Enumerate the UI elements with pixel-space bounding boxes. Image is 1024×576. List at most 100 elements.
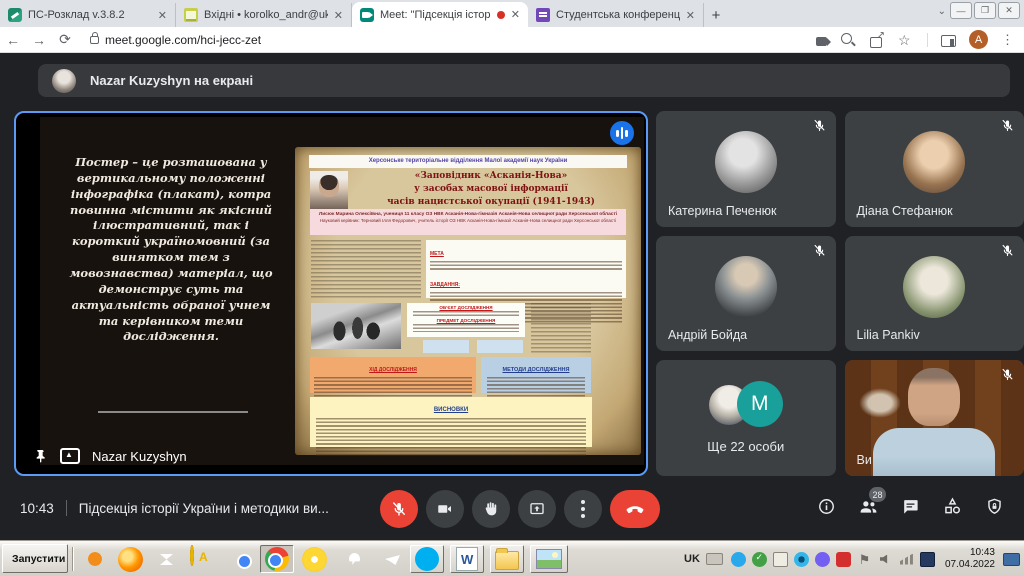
mic-toggle-button[interactable] xyxy=(380,490,418,528)
poster-conclusions-heading: ВИСНОВКИ xyxy=(434,407,468,413)
camera-toggle-button[interactable] xyxy=(426,490,464,528)
tray-viber-icon[interactable] xyxy=(815,552,830,567)
chrome-canary-icon[interactable] xyxy=(302,547,327,572)
meet-icon xyxy=(360,8,374,22)
presenting-indicator-icon xyxy=(60,448,80,464)
tray-network-icon[interactable] xyxy=(899,552,914,567)
overflow-participants-tile[interactable]: M Ще 22 особи xyxy=(656,360,836,476)
poster-student-photo xyxy=(310,171,348,211)
leave-call-button[interactable] xyxy=(610,490,660,528)
browser-profile-avatar[interactable]: A xyxy=(969,30,988,49)
image-viewer-window-button[interactable] xyxy=(530,545,568,573)
tray-volume-icon[interactable] xyxy=(878,552,893,567)
tray-telegram-icon[interactable] xyxy=(731,552,746,567)
explorer-window-button[interactable] xyxy=(490,545,524,573)
close-tab-icon[interactable]: ✕ xyxy=(686,9,695,22)
participants-panel-button[interactable]: 28 xyxy=(858,496,879,517)
close-tab-icon[interactable]: ✕ xyxy=(511,8,520,21)
chat-panel-button[interactable] xyxy=(901,497,920,516)
pin-icon[interactable] xyxy=(32,448,48,464)
restore-button[interactable]: ❐ xyxy=(974,2,996,19)
self-view-tile[interactable]: Ви xyxy=(845,360,1024,476)
activities-button[interactable] xyxy=(942,496,963,517)
minimize-button[interactable]: — xyxy=(950,2,972,19)
window-controls: — ❐ ✕ xyxy=(950,2,1020,19)
avatar xyxy=(715,131,777,193)
show-desktop-button[interactable] xyxy=(1003,553,1020,566)
host-controls-button[interactable] xyxy=(985,497,1004,516)
new-tab-button[interactable]: + xyxy=(704,3,728,27)
meeting-details-button[interactable] xyxy=(817,497,836,516)
tray-antivirus-icon[interactable] xyxy=(752,552,767,567)
participant-name: Андрій Бойда xyxy=(668,328,747,342)
bookmark-star-icon[interactable]: ☆ xyxy=(898,32,914,48)
poster-course-heading: ХІД ДОСЛІДЖЕННЯ xyxy=(369,367,417,373)
meet-panels: 28 xyxy=(817,496,1004,517)
tab-title: ПС-Розклад v.3.8.2 xyxy=(28,9,152,21)
tray-flag-icon[interactable]: ⚑ xyxy=(857,552,872,567)
skype-window-button[interactable] xyxy=(410,545,444,573)
poster-methods-heading: МЕТОДИ ДОСЛІДЖЕННЯ xyxy=(503,367,570,373)
meeting-title: Підсекція історії України і методики ви.… xyxy=(79,501,329,516)
tray-eye-icon[interactable] xyxy=(794,552,809,567)
chrome-active-window-button[interactable] xyxy=(260,545,294,573)
poster-goal-heading: МЕТА xyxy=(430,251,444,257)
poster-document-scan xyxy=(531,303,591,353)
present-screen-button[interactable] xyxy=(518,490,556,528)
windows-taskbar: Запустити UK ⚑ 10:43 xyxy=(0,540,1024,576)
tab-mail[interactable]: Вхідні • korolko_andr@ukr.net ✕ xyxy=(176,3,352,27)
taskbar-divider xyxy=(72,547,74,571)
participant-tile[interactable]: Lilia Pankiv xyxy=(845,236,1024,352)
forms-icon xyxy=(536,8,550,22)
participant-tile[interactable]: Діана Стефанюк xyxy=(845,111,1024,227)
firefox-icon[interactable] xyxy=(118,547,143,572)
keyboard-icon[interactable] xyxy=(706,553,723,565)
participant-grid: Катерина Печенюк Діана Стефанюк Андрій Б… xyxy=(656,111,1024,476)
browser-menu-icon[interactable]: ⋮ xyxy=(1001,32,1014,48)
poster-object-box: ОБ'ЄКТ ДОСЛІДЖЕННЯ ПРЕДМЕТ ДОСЛІДЖЕННЯ xyxy=(407,303,525,337)
tray-clock[interactable]: 10:43 07.04.2022 xyxy=(945,547,995,572)
word-window-button[interactable] xyxy=(450,545,484,573)
close-tab-icon[interactable]: ✕ xyxy=(158,9,167,22)
poster-title: «Заповідник «Асканія-Нова» у засобах мас… xyxy=(353,170,629,209)
start-button[interactable]: Запустити xyxy=(2,544,68,573)
participant-tile[interactable]: Андрій Бойда xyxy=(656,236,836,352)
tab-title: Студентська конференція - під xyxy=(556,9,680,21)
tab-forms[interactable]: Студентська конференція - під ✕ xyxy=(528,3,704,27)
tray-displays-icon[interactable] xyxy=(920,552,935,567)
research-poster: Херсонське територіальне відділення Мало… xyxy=(295,147,641,455)
participant-tile[interactable]: Катерина Печенюк xyxy=(656,111,836,227)
share-icon[interactable] xyxy=(869,32,885,48)
camera-in-use-icon[interactable] xyxy=(816,37,827,46)
reload-button[interactable]: ⟳ xyxy=(52,31,78,48)
tab-search-chevron-icon[interactable]: ⌄ xyxy=(938,6,946,17)
poster-newspaper-collage xyxy=(311,240,421,298)
close-window-button[interactable]: ✕ xyxy=(998,2,1020,19)
language-indicator[interactable]: UK xyxy=(678,553,706,565)
raise-hand-button[interactable] xyxy=(472,490,510,528)
poster-methods-box: МЕТОДИ ДОСЛІДЖЕННЯ xyxy=(481,357,591,393)
mic-muted-icon xyxy=(1000,118,1015,133)
presenting-banner: Nazar Kuzyshyn на екрані xyxy=(38,64,1010,97)
browser-toolbar: ← → ⟳ meet.google.com/hci-jecc-zet ☆ A ⋮ xyxy=(0,27,1024,53)
side-panel-icon[interactable] xyxy=(941,35,956,47)
poster-course-box: ХІД ДОСЛІДЖЕННЯ xyxy=(310,357,476,393)
back-button[interactable]: ← xyxy=(0,32,26,48)
tray-nod32-icon[interactable] xyxy=(836,552,851,567)
meet-bottom-bar: 10:43 Підсекція історії України і методи… xyxy=(0,478,1024,540)
zoom-page-icon[interactable] xyxy=(840,32,856,48)
tray-clipboard-icon[interactable] xyxy=(773,552,788,567)
shared-tile-label: Nazar Kuzyshyn xyxy=(32,448,187,464)
tab-meet-active[interactable]: Meet: "Підсекція історії Укр ✕ xyxy=(352,2,528,27)
close-tab-icon[interactable]: ✕ xyxy=(334,9,343,22)
url-text[interactable]: meet.google.com/hci-jecc-zet xyxy=(105,33,261,47)
shared-screen-tile[interactable]: Постер – це розташована у вертикальному … xyxy=(14,111,648,476)
avatar xyxy=(903,131,965,193)
forward-button[interactable]: → xyxy=(26,32,52,48)
presenter-avatar xyxy=(52,69,76,93)
tab-ps-rozklad[interactable]: ПС-Розклад v.3.8.2 ✕ xyxy=(0,3,176,27)
more-options-button[interactable] xyxy=(564,490,602,528)
aimp-icon[interactable] xyxy=(190,545,194,566)
tray-time: 10:43 xyxy=(970,547,995,558)
poster-organization: Херсонське територіальне відділення Мало… xyxy=(309,155,627,168)
